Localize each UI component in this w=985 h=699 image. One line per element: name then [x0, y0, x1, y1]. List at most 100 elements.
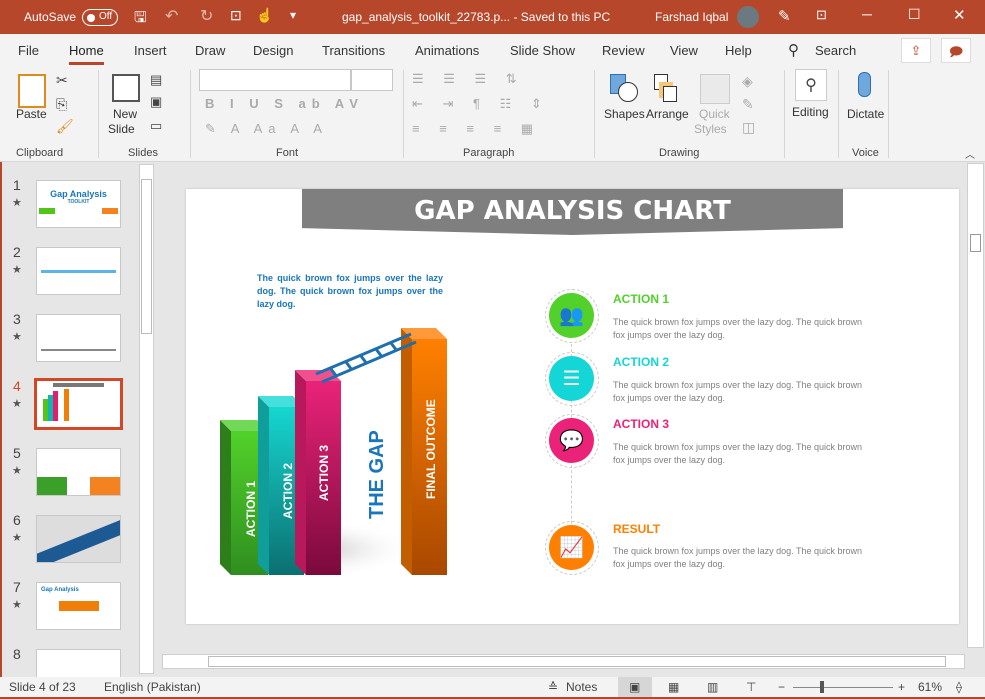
item-4-text: The quick brown fox jumps over the lazy … [613, 546, 862, 569]
search-label[interactable]: Search [815, 43, 856, 58]
editing-button[interactable]: Editing [792, 105, 829, 119]
collapse-ribbon-icon[interactable]: ︿ [965, 146, 975, 161]
slide-number: 1 [13, 177, 21, 193]
zoom-in-button[interactable]: + [898, 680, 905, 694]
autosave-toggle[interactable]: Off [82, 9, 118, 26]
paste-icon[interactable] [18, 74, 46, 108]
shapes-button[interactable]: Shapes [604, 107, 645, 121]
fit-slide-icon[interactable]: ⟠ [956, 680, 962, 694]
normal-view-icon[interactable]: ▣ [629, 680, 640, 694]
notes-icon[interactable]: ≙ [548, 680, 558, 694]
tab-animations[interactable]: Animations [415, 43, 479, 58]
quick-styles-button[interactable]: Quick [699, 107, 730, 121]
thumbnail-scrollbar[interactable] [139, 164, 154, 674]
save-icon[interactable]: 🖫 [134, 7, 147, 32]
chat-icon: 💬 [549, 418, 594, 463]
microphone-icon[interactable] [858, 72, 871, 97]
gap-bars-graphic: ACTION 1 ACTION 2 ACTION 3 FINAL OUTCOME… [196, 328, 447, 579]
quick-styles-label[interactable]: Styles [694, 122, 727, 136]
group-slides: Slides [128, 147, 158, 159]
tab-draw[interactable]: Draw [195, 43, 225, 58]
find-icon[interactable]: ⚲ [795, 69, 827, 101]
shape-format-buttons[interactable]: ◈ ✎ ◫ [742, 70, 755, 139]
language-indicator[interactable]: English (Pakistan) [104, 680, 201, 694]
item-3-text: The quick brown fox jumps over the lazy … [613, 442, 862, 465]
thumbnail-slide-3[interactable] [36, 314, 121, 362]
slideshow-icon[interactable]: ⊤ [746, 680, 756, 694]
avatar[interactable] [737, 6, 759, 28]
reading-view-icon[interactable]: ▥ [707, 680, 718, 694]
list-buttons[interactable]: ☰ ☰ ☰ ⇅ [412, 71, 525, 87]
tab-review[interactable]: Review [602, 43, 645, 58]
comments-button[interactable]: 🗩 [941, 38, 971, 63]
slide-number: 5 [13, 445, 21, 461]
list-icon: ☰ [549, 356, 594, 401]
slide-thumbnails-pane: 1 ★ Gap Analysis TOOLKIT 2 ★ 3 ★ 4 ★ 5 ★ 6 ★ 7… [0, 162, 155, 697]
font-color-buttons[interactable]: ✎ A Aa A A [205, 121, 328, 137]
dictate-button[interactable]: Dictate [847, 107, 884, 121]
zoom-slider-thumb[interactable] [820, 681, 824, 693]
user-name[interactable]: Farshad Iqbal [655, 10, 728, 24]
pen-icon[interactable]: ✎ [778, 7, 791, 25]
minimize-icon[interactable]: ─ [862, 6, 872, 22]
tab-slide-show[interactable]: Slide Show [510, 43, 575, 58]
tab-transitions[interactable]: Transitions [322, 43, 385, 58]
tab-design[interactable]: Design [253, 43, 293, 58]
paste-button[interactable]: Paste [16, 107, 47, 121]
share-button[interactable]: ⇪ [901, 38, 931, 63]
customize-icon[interactable]: ▾ [290, 8, 296, 22]
tab-help[interactable]: Help [725, 43, 752, 58]
thumbnail-slide-6[interactable] [36, 515, 121, 563]
thumbnail-slide-2[interactable] [36, 247, 121, 295]
maximize-icon[interactable]: ☐ [908, 6, 921, 23]
new-slide-button[interactable]: New [113, 107, 137, 121]
tab-home[interactable]: Home [69, 43, 104, 65]
search-icon[interactable]: ⚲ [788, 41, 799, 59]
section-icon[interactable]: ▭ [150, 118, 162, 134]
touch-mode-icon[interactable]: ☝ [256, 7, 273, 24]
close-icon[interactable]: ✕ [953, 6, 966, 24]
indent-buttons[interactable]: ⇤ ⇥ ¶ ☷ ⇕ [412, 96, 550, 112]
cut-icon[interactable]: ✂ [56, 72, 68, 89]
slide-canvas[interactable]: GAP ANALYSIS CHART The quick brown fox j… [186, 189, 959, 624]
thumbnail-slide-5[interactable] [36, 448, 121, 496]
thumbnail-slide-1[interactable]: Gap Analysis TOOLKIT [36, 180, 121, 228]
notes-button[interactable]: Notes [566, 680, 597, 694]
new-slide-icon[interactable] [112, 74, 140, 102]
group-font: Font [276, 147, 299, 159]
tab-view[interactable]: View [670, 43, 698, 58]
slide-sorter-icon[interactable]: ▦ [668, 680, 679, 694]
undo-icon[interactable]: ↶ [165, 6, 178, 26]
bar-action-1-side [220, 420, 231, 575]
copy-icon[interactable]: ⎘ [56, 96, 67, 113]
arrange-button[interactable]: Arrange [646, 107, 689, 121]
item-1-text: The quick brown fox jumps over the lazy … [613, 317, 862, 340]
scrollbar-thumb[interactable] [970, 234, 981, 252]
font-format-buttons[interactable]: B I U S ab AV [205, 96, 364, 111]
zoom-slider[interactable] [793, 687, 893, 688]
font-name-input[interactable] [199, 69, 351, 91]
format-painter-icon[interactable]: 🖌 [56, 118, 74, 135]
new-slide-label[interactable]: Slide [108, 122, 135, 136]
layout-icon[interactable]: ▤ [150, 72, 162, 88]
status-bar: Slide 4 of 23 English (Pakistan) ≙ Notes… [0, 677, 985, 699]
tab-file[interactable]: File [18, 43, 39, 58]
ribbon-tabs: File Home Insert Draw Design Transitions… [0, 34, 985, 66]
slide-horizontal-scrollbar[interactable] [162, 654, 965, 669]
scrollbar-thumb[interactable] [141, 179, 152, 334]
reset-icon[interactable]: ▣ [150, 94, 162, 110]
zoom-out-button[interactable]: − [778, 680, 785, 694]
present-icon[interactable]: ⊡ [230, 7, 242, 24]
slide-vertical-scrollbar[interactable] [967, 163, 984, 648]
tab-insert[interactable]: Insert [134, 43, 167, 58]
quick-styles-icon[interactable] [700, 74, 730, 104]
zoom-level[interactable]: 61% [918, 680, 942, 694]
thumbnail-slide-7[interactable]: Gap Analysis [36, 582, 121, 630]
font-size-input[interactable] [351, 69, 393, 91]
scrollbar-thumb[interactable] [208, 656, 946, 667]
thumbnail-slide-4[interactable] [34, 378, 123, 430]
redo-icon[interactable]: ↻ [200, 6, 213, 26]
item-2-circle: ☰ [545, 352, 599, 406]
ribbon-display-icon[interactable]: ⊡ [816, 7, 827, 23]
align-buttons[interactable]: ≡ ≡ ≡ ≡ ▦ [412, 121, 541, 137]
